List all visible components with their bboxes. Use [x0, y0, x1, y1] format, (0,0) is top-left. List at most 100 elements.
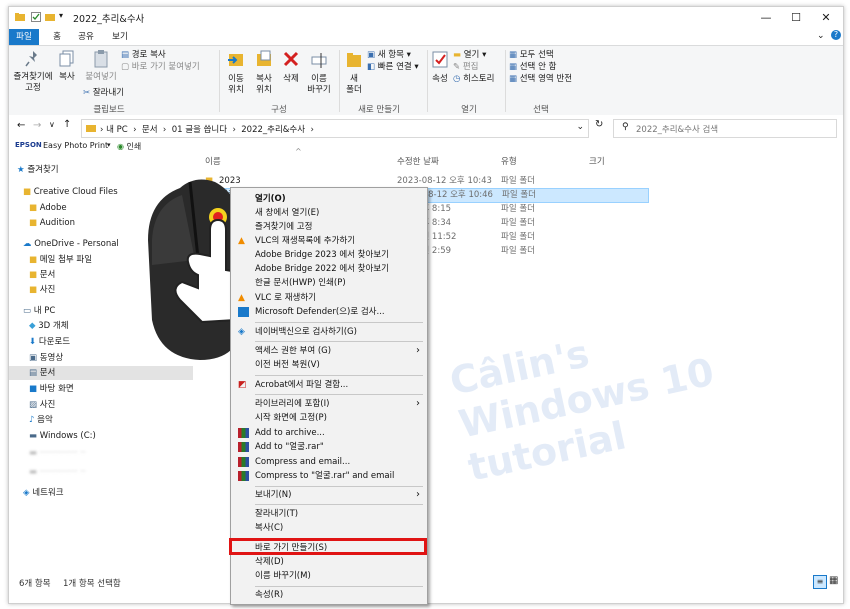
- ribbon-collapse-icon[interactable]: ⌄: [817, 31, 825, 41]
- menu-copy[interactable]: 복사(C): [232, 521, 426, 535]
- file-type: 파일 폴더: [501, 204, 535, 214]
- new-folder-icon[interactable]: [45, 12, 55, 22]
- column-size[interactable]: 크기: [589, 155, 605, 167]
- qat-dropdown-icon[interactable]: ▾: [59, 11, 63, 20]
- refresh-icon[interactable]: ↻: [595, 119, 603, 130]
- rename-button[interactable]: 이름 바꾸기: [305, 50, 333, 96]
- download-icon: ⬇: [29, 337, 37, 347]
- select-all-label: 모두 선택: [519, 50, 554, 60]
- menu-rename[interactable]: 이름 바꾸기(M): [232, 569, 426, 583]
- back-arrow-icon[interactable]: ←: [17, 120, 25, 131]
- up-arrow-icon[interactable]: ↑: [63, 119, 71, 130]
- help-icon[interactable]: ?: [831, 30, 841, 40]
- nav-label: 내 PC: [33, 306, 56, 316]
- menu-vlc-play[interactable]: ▲ VLC 로 재생하기: [232, 291, 426, 305]
- close-button[interactable]: ✕: [811, 7, 841, 29]
- menu-separator: [255, 394, 423, 395]
- nav-music[interactable]: ♪ 음악: [9, 413, 193, 427]
- menu-label: VLC의 재생목록에 추가하기: [255, 236, 356, 246]
- invert-selection-button[interactable]: ▦ 선택 영역 반전: [509, 74, 572, 85]
- menu-bridge-2023[interactable]: Adobe Bridge 2023 에서 찾아보기: [232, 248, 426, 262]
- menu-compress-rar-email[interactable]: Compress to "얼굴.rar" and email: [232, 469, 426, 483]
- highlight-annotation: [229, 538, 427, 555]
- cut-button[interactable]: ✂ 잘라내기: [83, 88, 124, 99]
- search-input[interactable]: ⚲ 2022_추리&수사 검색: [613, 119, 837, 138]
- properties-check-icon[interactable]: [31, 12, 41, 22]
- pin-quick-access-button[interactable]: 즐겨찾기에 고정: [13, 50, 53, 94]
- menu-naver-vaccine[interactable]: ◈ 네이버백신으로 검사하기(G): [232, 325, 426, 339]
- menu-restore-versions[interactable]: 이전 버전 복원(V): [232, 358, 426, 372]
- tab-share[interactable]: 공유: [73, 29, 99, 45]
- forward-arrow-icon[interactable]: →: [33, 120, 41, 131]
- tab-file[interactable]: 파일: [9, 29, 39, 45]
- details-view-icon[interactable]: ≡: [813, 575, 827, 589]
- new-item-button[interactable]: ▣ 새 항목 ▾: [367, 50, 411, 61]
- open-button[interactable]: ▬ 열기 ▾: [453, 50, 486, 61]
- menu-label: 이름 바꾸기(M): [255, 571, 311, 581]
- menu-separator: [255, 375, 423, 376]
- new-folder-button[interactable]: 새 폴더: [343, 50, 365, 96]
- menu-include-library[interactable]: 라이브러리에 포함(I) ›: [232, 397, 426, 411]
- tab-home[interactable]: 홈: [47, 29, 67, 45]
- breadcrumb[interactable]: › 내 PC › 문서 › 01 글을 씁니다 › 2022_추리&수사 ›: [100, 123, 314, 135]
- nav-label: Audition: [39, 218, 75, 228]
- paste-shortcut-icon: ▢: [121, 62, 130, 72]
- column-date[interactable]: 수정한 날짜: [397, 155, 439, 167]
- paste-button[interactable]: 붙여넣기: [83, 50, 119, 83]
- column-type[interactable]: 유형: [501, 155, 517, 167]
- nav-network[interactable]: ◈ 네트워크: [9, 486, 193, 500]
- large-icons-view-icon[interactable]: ▦: [829, 575, 838, 586]
- folder-icon: ■: [29, 285, 38, 295]
- menu-cut[interactable]: 잘라내기(T): [232, 507, 426, 521]
- address-dropdown-icon[interactable]: ⌄: [576, 122, 584, 132]
- menu-bridge-2022[interactable]: Adobe Bridge 2022 에서 찾아보기: [232, 262, 426, 276]
- menu-defender-scan[interactable]: Microsoft Defender(으)로 검사...: [232, 305, 426, 319]
- menu-vlc-add[interactable]: ▲ VLC의 재생목록에 추가하기: [232, 234, 426, 248]
- recent-locations-icon[interactable]: ∨: [49, 120, 55, 129]
- epson-print-button[interactable]: ◉ 인쇄: [117, 141, 141, 152]
- menu-properties[interactable]: 속성(R): [232, 588, 426, 602]
- edit-button[interactable]: ✎ 편집: [453, 62, 478, 73]
- chevron-right-icon: ›: [416, 489, 420, 500]
- invert-selection-label: 선택 영역 반전: [519, 74, 573, 84]
- nav-windows-c[interactable]: ▬ Windows (C:): [9, 429, 193, 443]
- menu-add-rar[interactable]: Add to "얼굴.rar": [232, 440, 426, 454]
- menu-acrobat-combine[interactable]: ◩ Acrobat에서 파일 결합...: [232, 378, 426, 392]
- organize-group-label: 구성: [271, 105, 287, 115]
- nav-pictures[interactable]: ▨ 사진: [9, 398, 193, 412]
- column-name[interactable]: 이름: [205, 155, 221, 167]
- menu-send-to[interactable]: 보내기(N) ›: [232, 488, 426, 502]
- menu-open[interactable]: 열기(O): [232, 192, 426, 206]
- menu-pin-quick-access[interactable]: 즐겨찾기에 고정: [232, 220, 426, 234]
- menu-hwp-print[interactable]: 한글 문서(HWP) 인쇄(P): [232, 276, 426, 290]
- history-label: 히스토리: [463, 74, 495, 84]
- paste-shortcut-button[interactable]: ▢ 바로 가기 붙여넣기: [121, 62, 200, 73]
- tab-view[interactable]: 보기: [107, 29, 133, 45]
- dropdown-icon[interactable]: ▾: [107, 141, 111, 149]
- menu-compress-email[interactable]: Compress and email...: [232, 455, 426, 469]
- copy-button[interactable]: 복사: [55, 50, 79, 83]
- easy-access-button[interactable]: ◧ 빠른 연결 ▾: [367, 62, 419, 73]
- copy-path-button[interactable]: ▤ 경로 복사: [121, 50, 166, 61]
- menu-label: VLC 로 재생하기: [255, 293, 316, 303]
- nav-blurred-drive[interactable]: ▬ ·············· ··: [9, 465, 193, 479]
- menu-give-access[interactable]: 액세스 권한 부여 (G) ›: [232, 344, 426, 358]
- properties-button[interactable]: 속성: [429, 50, 451, 85]
- minimize-button[interactable]: —: [751, 7, 781, 29]
- maximize-button[interactable]: ☐: [781, 7, 811, 29]
- move-to-button[interactable]: 이동 위치: [223, 50, 249, 96]
- epson-app-button[interactable]: Easy Photo Print: [43, 141, 108, 150]
- nav-label: 문서: [39, 270, 56, 280]
- menu-add-archive[interactable]: Add to archive...: [232, 426, 426, 440]
- delete-button[interactable]: 삭제: [279, 50, 303, 85]
- menu-open-new-window[interactable]: 새 창에서 열기(E): [232, 206, 426, 220]
- menu-pin-start[interactable]: 시작 화면에 고정(P): [232, 411, 426, 425]
- nav-desktop[interactable]: ■ 바탕 화면: [9, 382, 193, 396]
- menu-delete[interactable]: 삭제(D): [232, 555, 426, 569]
- select-all-button[interactable]: ▦ 모두 선택: [509, 50, 554, 61]
- history-button[interactable]: ◷ 히스토리: [453, 74, 494, 85]
- nav-blurred-drive[interactable]: ▬ ·············· ··: [9, 446, 193, 460]
- copy-to-button[interactable]: 복사 위치: [251, 50, 277, 96]
- select-none-button[interactable]: ▦ 선택 안 함: [509, 62, 556, 73]
- address-bar[interactable]: › 내 PC › 문서 › 01 글을 씁니다 › 2022_추리&수사 › ⌄: [81, 119, 589, 138]
